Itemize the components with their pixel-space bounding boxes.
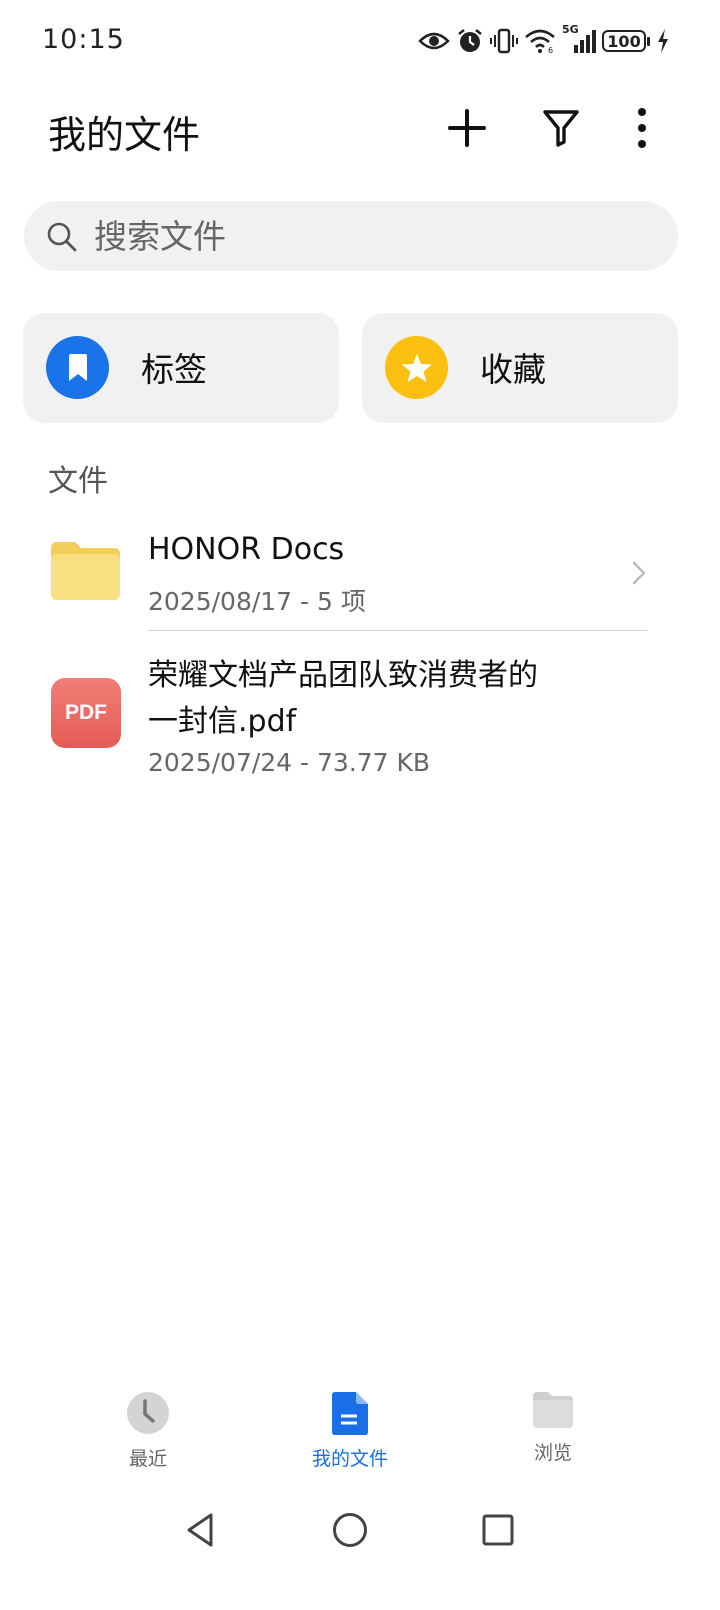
divider: [148, 630, 647, 631]
pdf-icon-label: PDF: [65, 701, 107, 724]
tags-label: 标签: [141, 350, 207, 389]
charging-icon: [656, 28, 670, 54]
list-item-folder[interactable]: HONOR Docs 2025/08/17 - 5 项: [0, 518, 720, 628]
back-triangle-icon: [187, 1513, 213, 1547]
more-button[interactable]: [614, 100, 670, 156]
favorites-card[interactable]: 收藏: [362, 313, 678, 423]
file-name: HONOR Docs: [148, 532, 345, 567]
more-icon: [638, 108, 646, 148]
eye-icon: [418, 30, 450, 52]
system-recents-button[interactable]: [478, 1510, 518, 1550]
search-input[interactable]: [94, 201, 634, 271]
nav-my-files[interactable]: 我的文件: [270, 1390, 430, 1471]
nav-browse[interactable]: 浏览: [473, 1390, 633, 1465]
add-button[interactable]: [439, 100, 495, 156]
file-name-line1: 荣耀文档产品团队致消费者的: [148, 658, 538, 693]
network-type: 5G: [562, 23, 579, 36]
system-back-button[interactable]: [180, 1510, 220, 1550]
status-icons: 6 5G 100: [418, 23, 670, 58]
pdf-icon: PDF: [51, 678, 121, 748]
filter-button[interactable]: [533, 100, 589, 156]
alarm-icon: [456, 27, 484, 55]
nav-recent[interactable]: 最近: [68, 1390, 228, 1471]
chevron-right-icon: [632, 561, 646, 585]
list-item-pdf[interactable]: PDF 荣耀文档产品团队致消费者的 一封信.pdf 2025/07/24 - 7…: [0, 640, 720, 790]
battery-icon: 100: [602, 30, 650, 52]
plus-icon: [448, 109, 486, 147]
favorites-label: 收藏: [480, 350, 546, 389]
battery-level: 100: [602, 30, 646, 52]
vibrate-icon: [490, 27, 518, 55]
star-icon: [385, 336, 448, 399]
nav-my-files-label: 我的文件: [311, 1448, 388, 1470]
tags-card[interactable]: 标签: [23, 313, 339, 423]
home-circle-icon: [333, 1513, 367, 1547]
folder-icon: [51, 542, 120, 600]
recents-square-icon: [482, 1514, 514, 1546]
section-title: 文件: [48, 464, 108, 499]
system-home-button[interactable]: [330, 1510, 370, 1550]
folder-icon: [533, 1392, 573, 1428]
file-meta: 2025/08/17 - 5 项: [148, 587, 366, 616]
svg-text:6: 6: [548, 46, 553, 54]
page-title: 我的文件: [48, 113, 201, 157]
file-meta: 2025/07/24 - 73.77 KB: [148, 748, 431, 777]
nav-browse-label: 浏览: [533, 1442, 572, 1464]
filter-icon: [543, 110, 579, 147]
signal-icon: 5G: [562, 23, 596, 55]
file-name-line2: 一封信.pdf: [148, 704, 297, 739]
wifi-icon: 6: [524, 28, 556, 54]
document-icon: [332, 1392, 368, 1435]
search-bar[interactable]: [24, 201, 678, 271]
nav-recent-label: 最近: [128, 1448, 167, 1470]
bookmark-icon: [46, 336, 109, 399]
search-icon: [47, 222, 77, 252]
status-time: 10:15: [42, 24, 125, 55]
clock-icon: [127, 1392, 169, 1434]
